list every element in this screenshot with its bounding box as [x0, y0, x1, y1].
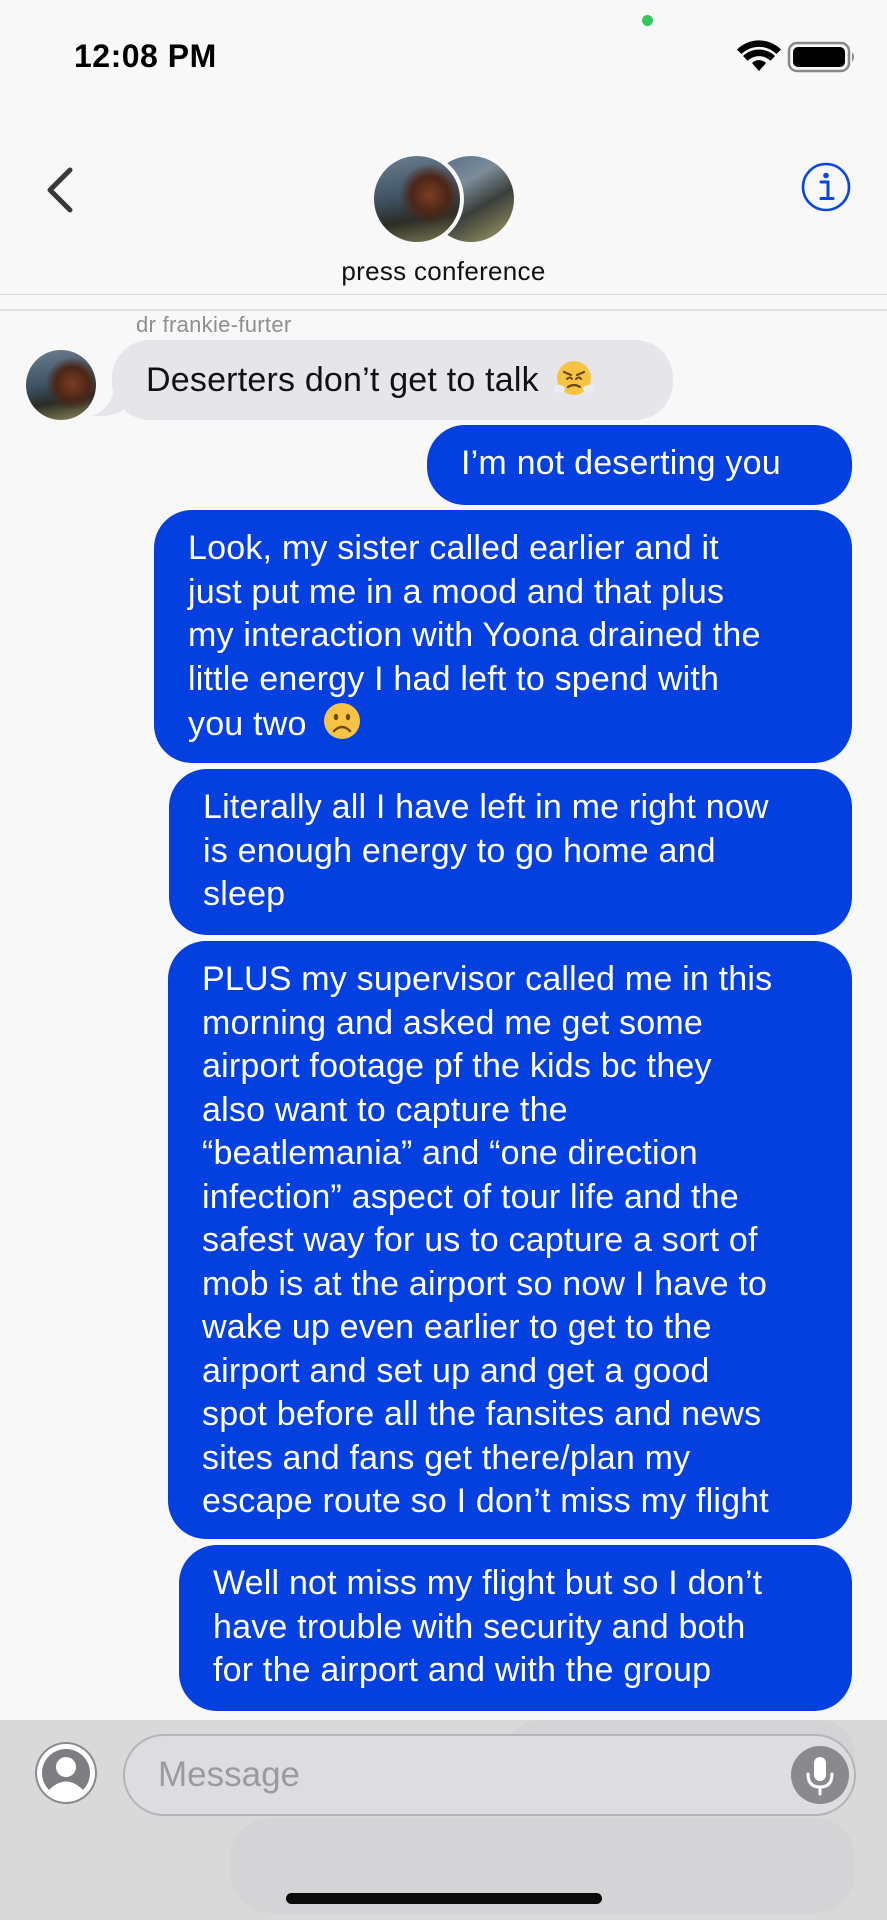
battery-icon	[787, 41, 854, 73]
member-avatar	[370, 152, 464, 246]
message-line: you two	[188, 705, 307, 743]
message-line: is enough energy to go home and	[203, 831, 716, 870]
message-line: safest way for us to capture a sort of	[202, 1221, 758, 1259]
message-line: escape route so I don’t miss my flight	[202, 1482, 769, 1520]
person-icon[interactable]	[35, 1742, 97, 1804]
message-line: airport footage pf the kids bc they	[202, 1047, 712, 1085]
message-line: little energy I had left to spend with	[188, 659, 720, 698]
message-line: wake up even earlier to get to the	[202, 1308, 712, 1346]
home-indicator[interactable]	[286, 1893, 602, 1904]
message-line: infection” aspect of tour life and the	[202, 1177, 739, 1216]
message-line: morning and asked me get some	[202, 1003, 703, 1042]
message-line: PLUS my supervisor called me in this	[202, 960, 773, 998]
message-bubble-outgoing[interactable]: PLUS my supervisor called me in this mor…	[168, 941, 852, 1539]
status-time: 12:08 PM	[74, 38, 217, 74]
message-line: spot before all the fansites and news	[202, 1395, 762, 1433]
message-bubble-incoming[interactable]: Deserters don’t get to talk	[112, 340, 673, 420]
conversation-header: press conference	[0, 110, 887, 295]
message-line: have trouble with security and both	[213, 1607, 746, 1646]
person-glyph	[37, 1744, 95, 1802]
message-line: Well not miss my flight but so I don’t	[213, 1564, 763, 1602]
message-line: my interaction with Yoona drained the	[188, 616, 761, 654]
message-line: airport and set up and get a good	[202, 1351, 710, 1390]
group-avatars[interactable]	[370, 150, 520, 248]
message-bubble-outgoing[interactable]: Literally all I have left in me right no…	[169, 769, 852, 935]
chevron-left-icon[interactable]	[40, 160, 84, 220]
message-bubble-outgoing[interactable]: Look, my sister called earlier and it ju…	[154, 510, 852, 763]
message-line: Literally all I have left in me right no…	[203, 788, 769, 826]
sender-avatar[interactable]	[26, 350, 96, 420]
message-line: for the airport and with the group	[213, 1651, 712, 1689]
message-line: sites and fans get there/plan my	[202, 1438, 691, 1477]
message-bubble-outgoing[interactable]: I’m not deserting you	[427, 425, 852, 505]
face-with-steam-from-nose-emoji	[554, 361, 595, 395]
message-line: mob is at the airport so now I have to	[202, 1264, 768, 1303]
messages-screen: 12:08 PM press conference dr frankie-fur…	[0, 0, 887, 1920]
message-text: I’m not deserting you	[461, 444, 781, 482]
frowning-face-emoji	[324, 703, 361, 739]
message-line: also want to capture the	[202, 1090, 568, 1129]
message-line: “beatlemania” and “one direction	[202, 1134, 698, 1172]
message-line: just put me in a mood and that plus	[188, 572, 725, 611]
message-line: Look, my sister called earlier and it	[188, 529, 719, 567]
status-bar: 12:08 PM	[0, 0, 887, 110]
info-icon[interactable]	[800, 161, 852, 213]
message-text: Deserters don’t get to talk	[146, 361, 539, 399]
message-placeholder: Message	[158, 1755, 301, 1794]
message-input[interactable]: Message	[123, 1734, 856, 1816]
group-name[interactable]: press conference	[0, 256, 887, 287]
microphone-glyph	[806, 1757, 834, 1796]
camera-indicator-dot	[642, 15, 653, 26]
message-line: sleep	[203, 875, 286, 913]
wifi-icon	[737, 40, 781, 71]
message-bubble-outgoing[interactable]: Well not miss my flight but so I don’t h…	[179, 1545, 852, 1711]
sender-name: dr frankie-furter	[136, 312, 292, 337]
header-divider	[0, 309, 887, 311]
composer-bar: Message	[0, 1720, 887, 1920]
microphone-icon[interactable]	[791, 1746, 849, 1804]
